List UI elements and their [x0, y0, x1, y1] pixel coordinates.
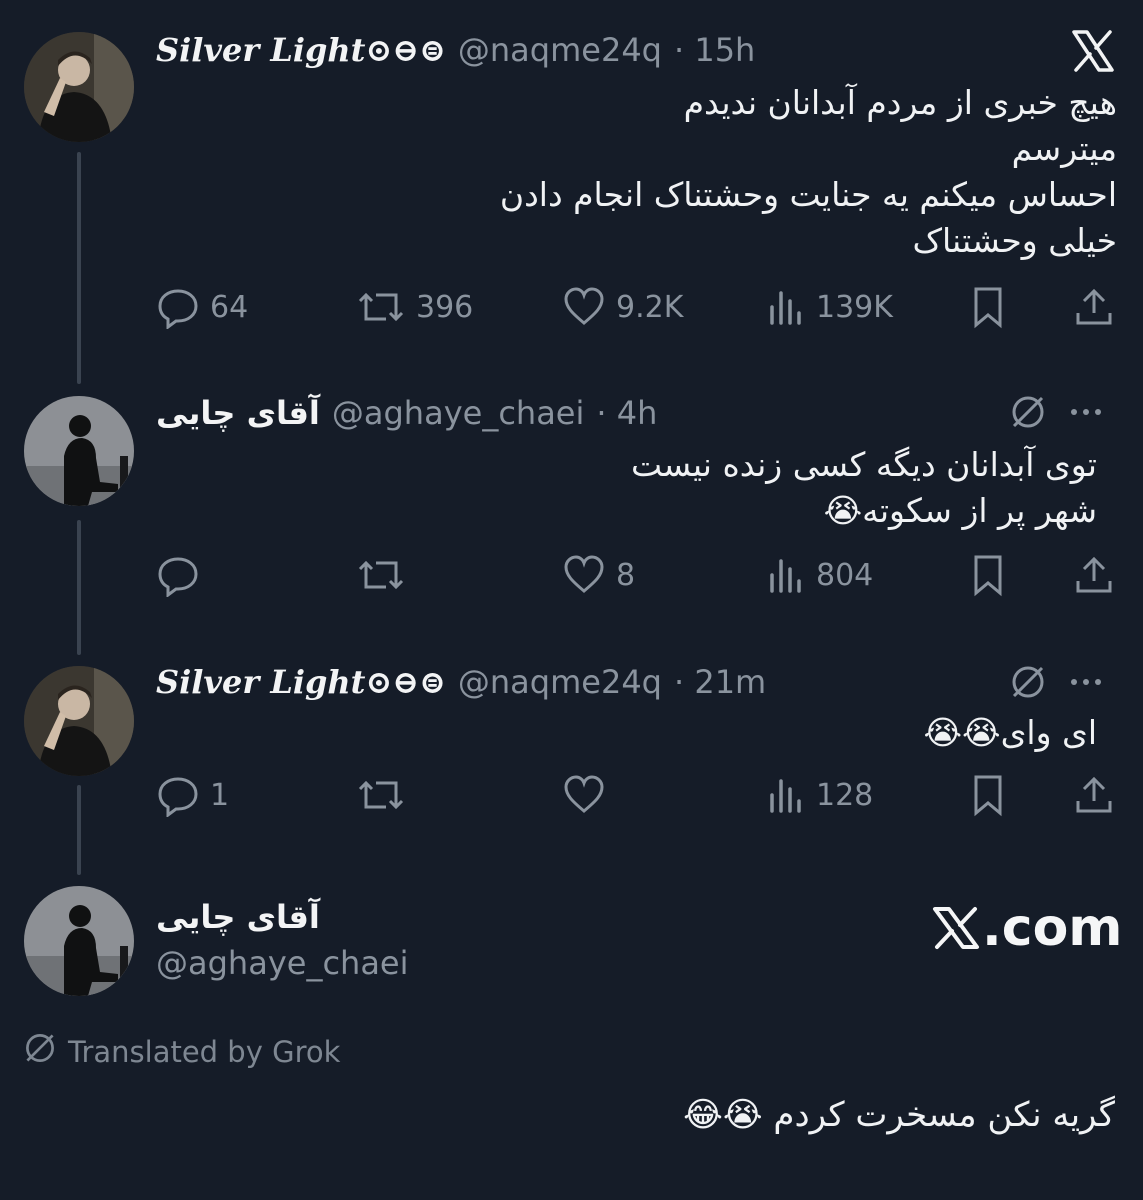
- share-icon: [1076, 288, 1112, 325]
- views-icon: [766, 553, 806, 597]
- author-name[interactable]: Silver Light⊙⊖⊜: [156, 31, 446, 69]
- x-logo-icon: [933, 907, 979, 949]
- views-count: 139K: [816, 289, 893, 325]
- thread-line: [77, 785, 81, 875]
- like-count: 9.2K: [616, 289, 684, 325]
- author-name[interactable]: آقای چایی: [156, 394, 320, 432]
- repost-button[interactable]: [356, 550, 416, 600]
- reply-icon: [156, 553, 200, 597]
- views-icon: [766, 285, 806, 329]
- tweet-text: گریه نکن مسخرت کردم 😭😂: [683, 1095, 1115, 1135]
- heart-icon: [562, 553, 606, 597]
- translated-by-grok[interactable]: Translated by Grok: [22, 1030, 340, 1073]
- like-button[interactable]: 8: [562, 550, 635, 600]
- views-button[interactable]: 128: [766, 770, 873, 820]
- views-icon: [766, 773, 806, 817]
- share-button[interactable]: [1072, 770, 1116, 820]
- site-watermark: .com: [932, 898, 1123, 958]
- reply-count: 64: [210, 289, 249, 325]
- timestamp[interactable]: · 4h: [596, 394, 657, 432]
- author-handle[interactable]: @aghaye_chaei: [332, 394, 585, 432]
- bookmark-button[interactable]: [968, 282, 1008, 332]
- tweet-actions: 1 128: [156, 770, 1116, 820]
- bookmark-icon: [974, 287, 1002, 329]
- tweet-controls: [1008, 662, 1106, 706]
- grok-icon[interactable]: [1008, 392, 1048, 436]
- author-handle[interactable]: @naqme24q: [458, 663, 662, 701]
- like-button[interactable]: [562, 770, 616, 820]
- timestamp[interactable]: · 15h: [674, 31, 755, 69]
- repost-button[interactable]: 396: [356, 282, 473, 332]
- thread-line: [77, 152, 81, 384]
- like-button[interactable]: 9.2K: [562, 282, 683, 332]
- avatar[interactable]: [24, 886, 134, 996]
- views-count: 804: [816, 557, 874, 593]
- author-name[interactable]: آقای چایی: [156, 898, 320, 936]
- tweet-header: Silver Light⊙⊖⊜ @naqme24q · 15h: [156, 28, 755, 72]
- repost-button[interactable]: [356, 770, 416, 820]
- more-icon[interactable]: [1066, 392, 1106, 436]
- author-handle[interactable]: @naqme24q: [458, 31, 662, 69]
- repost-count: 396: [416, 289, 474, 325]
- tweet-controls: [1008, 392, 1106, 436]
- tweet-text: هیچ خبری از مردم آبدانان ندیدم میترسم اح…: [499, 83, 1117, 260]
- tweet-text: توی آبدانان دیگه کسی زنده نیست شهر پر از…: [631, 445, 1097, 530]
- bookmark-icon: [974, 555, 1002, 597]
- views-count: 128: [816, 777, 874, 813]
- tweet-header: آقای چایی @aghaye_chaei · 4h: [156, 391, 657, 435]
- site-label: .com: [982, 898, 1123, 958]
- reply-button[interactable]: [156, 550, 210, 600]
- heart-icon: [562, 285, 606, 329]
- tweet-header: Silver Light⊙⊖⊜ @naqme24q · 21m: [156, 660, 766, 704]
- repost-icon: [356, 553, 406, 597]
- bookmark-button[interactable]: [968, 770, 1008, 820]
- grok-icon[interactable]: [1008, 662, 1048, 706]
- avatar[interactable]: [24, 396, 134, 506]
- tweet-actions: 8 804: [156, 550, 1116, 600]
- timestamp[interactable]: · 21m: [674, 663, 766, 701]
- author-handle[interactable]: @aghaye_chaei: [156, 944, 409, 982]
- repost-icon: [356, 773, 406, 817]
- repost-icon: [356, 285, 406, 329]
- views-button[interactable]: 139K: [766, 282, 893, 332]
- reply-icon: [156, 285, 200, 329]
- reply-button[interactable]: 1: [156, 770, 229, 820]
- like-count: 8: [616, 557, 636, 593]
- tweet-actions: 64 396 9.2K 139K: [156, 282, 1116, 332]
- bookmark-button[interactable]: [968, 550, 1008, 600]
- share-icon: [1076, 776, 1112, 813]
- avatar[interactable]: [24, 32, 134, 142]
- tweet-text: ای وای😭😭: [923, 713, 1097, 752]
- share-icon: [1076, 556, 1112, 593]
- author-name[interactable]: Silver Light⊙⊖⊜: [156, 663, 446, 701]
- grok-icon: [22, 1030, 58, 1073]
- reply-count: 1: [210, 777, 230, 813]
- share-button[interactable]: [1072, 282, 1116, 332]
- share-button[interactable]: [1072, 550, 1116, 600]
- bookmark-icon: [974, 775, 1002, 817]
- avatar[interactable]: [24, 666, 134, 776]
- thread-line: [77, 520, 81, 655]
- x-logo-icon[interactable]: [1070, 28, 1116, 74]
- translated-label: Translated by Grok: [68, 1034, 341, 1069]
- more-icon[interactable]: [1066, 662, 1106, 706]
- reply-icon: [156, 773, 200, 817]
- reply-button[interactable]: 64: [156, 282, 248, 332]
- views-button[interactable]: 804: [766, 550, 873, 600]
- heart-icon: [562, 773, 606, 817]
